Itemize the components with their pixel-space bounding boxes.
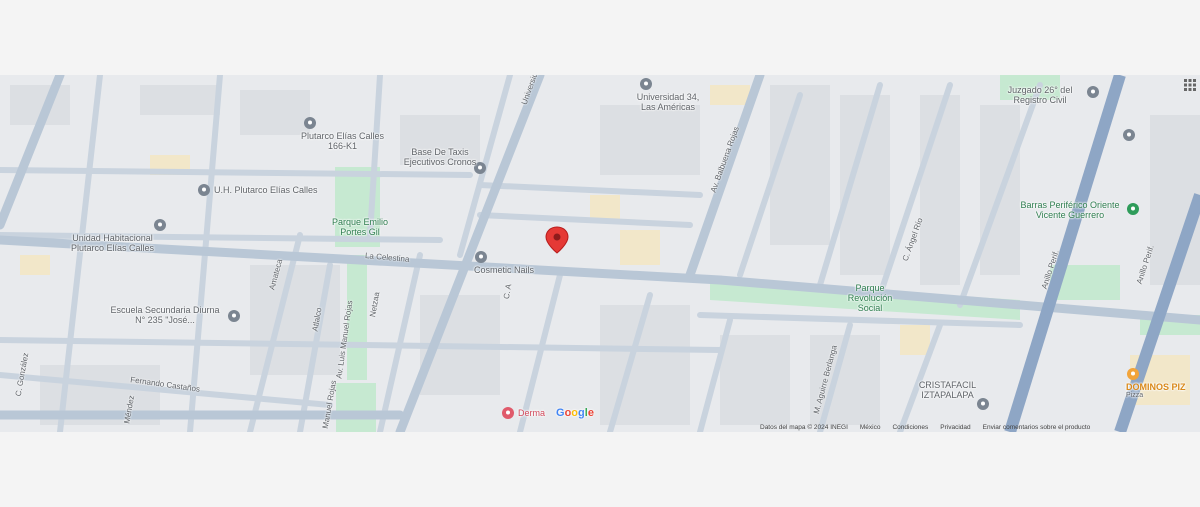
place-label-juzgado[interactable]: Juzgado 26° del Registro Civil xyxy=(995,85,1085,105)
place-label-unidad-habitacional[interactable]: Unidad Habitacional Plutarco Elías Calle… xyxy=(55,233,170,253)
place-label-parque-revolucion[interactable]: Parque Revolución Social xyxy=(840,283,900,313)
poi-pin-icon[interactable] xyxy=(153,218,167,232)
place-label-parque-emilio[interactable]: Parque Emilio Portes Gil xyxy=(320,217,400,237)
place-label-plutarco-calles[interactable]: Plutarco Elías Calles 166-K1 xyxy=(300,131,385,151)
place-label-cosmetic-nails[interactable]: Cosmetic Nails xyxy=(474,265,534,275)
footer-datos: Datos del mapa © 2024 INEGI xyxy=(760,424,848,431)
footer-mexico[interactable]: México xyxy=(860,424,881,433)
place-label-barras[interactable]: Barras Periférico Oriente Vicente Guerre… xyxy=(1015,200,1125,220)
place-label-escuela[interactable]: Escuela Secundaria Diurna N° 235 "José..… xyxy=(105,305,225,325)
place-label-uh-plutarco[interactable]: U.H. Plutarco Elías Calles xyxy=(214,185,318,195)
poi-pin-icon[interactable] xyxy=(303,116,317,130)
footer-privacidad-link[interactable]: Privacidad xyxy=(940,424,970,433)
place-label-derma[interactable]: Derma xyxy=(518,408,545,418)
poi-pin-icon[interactable] xyxy=(474,250,488,264)
map-canvas[interactable]: Universidad 34, Las Américas Plutarco El… xyxy=(0,75,1200,432)
footer-enviar-link[interactable]: Enviar comentarios sobre el producto xyxy=(983,424,1091,433)
poi-pin-icon[interactable] xyxy=(227,309,241,323)
footer-condiciones-link[interactable]: Condiciones xyxy=(892,424,928,433)
poi-pin-icon[interactable] xyxy=(1086,85,1100,99)
google-logo: Google xyxy=(556,407,594,419)
map-footer: Datos del mapa © 2024 INEGI México Condi… xyxy=(760,424,1090,433)
pizza-pin-icon[interactable] xyxy=(1126,367,1140,381)
map-graphics xyxy=(0,75,1200,432)
place-label-base-taxis[interactable]: Base De Taxis Ejecutivos Cronos xyxy=(390,147,490,167)
bar-pin-icon[interactable] xyxy=(1126,202,1140,216)
place-label-cristafacil[interactable]: CRISTAFACIL IZTAPALAPA xyxy=(915,380,980,400)
derma-pin-icon[interactable] xyxy=(501,406,515,420)
place-label-universidad34[interactable]: Universidad 34, Las Américas xyxy=(633,92,703,112)
poi-pin-icon[interactable] xyxy=(197,183,211,197)
apps-grid-icon[interactable] xyxy=(1184,79,1196,91)
place-label-dominos-sub: Pizza xyxy=(1126,392,1144,399)
poi-pin-icon[interactable] xyxy=(639,77,653,91)
poi-pin-icon[interactable] xyxy=(1122,128,1136,142)
